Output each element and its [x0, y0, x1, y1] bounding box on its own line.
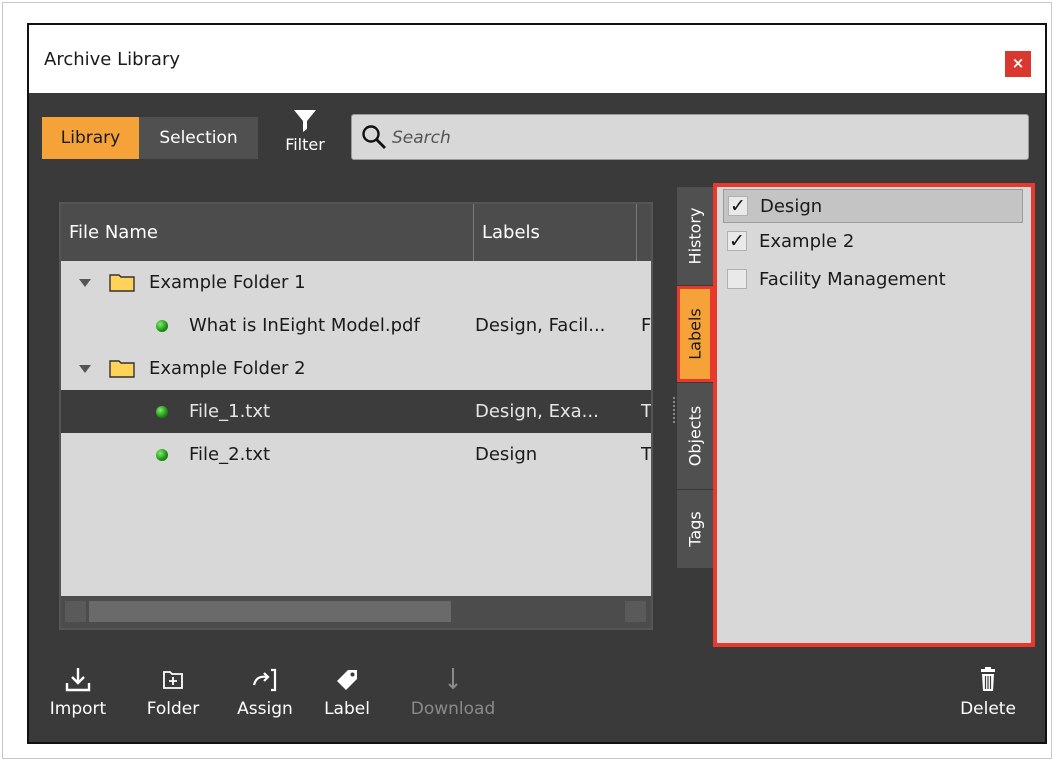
- row-labels: Design, Facil...: [475, 315, 606, 336]
- library-toggle[interactable]: Library: [42, 117, 139, 159]
- import-icon: [65, 668, 91, 692]
- label-item-design[interactable]: ✓ Design: [723, 189, 1023, 223]
- delete-button[interactable]: Delete: [953, 665, 1023, 719]
- trash-icon: [981, 667, 995, 691]
- table-row[interactable]: What is InEight Model.pdf Design, Facil.…: [61, 304, 651, 347]
- scroll-right-button[interactable]: [625, 601, 646, 622]
- label-label: Label: [324, 699, 370, 719]
- labels-panel: ✓ Design ✓ Example 2 Facility Management: [713, 183, 1035, 647]
- expand-caret-icon[interactable]: [79, 365, 91, 373]
- label-checkbox[interactable]: ✓: [728, 196, 748, 216]
- download-button[interactable]: Download: [401, 665, 505, 719]
- title-bar: Archive Library ×: [29, 25, 1045, 93]
- table-row[interactable]: Example Folder 2: [61, 347, 651, 390]
- folder-icon: [109, 360, 135, 378]
- row-labels: Design: [475, 444, 538, 465]
- table-row[interactable]: Example Folder 1: [61, 261, 651, 304]
- filter-icon: [294, 110, 316, 132]
- filter-button[interactable]: Filter: [277, 107, 333, 154]
- tab-objects[interactable]: Objects: [677, 383, 713, 489]
- download-icon: [448, 668, 458, 690]
- row-type: T: [641, 444, 652, 465]
- tab-labels[interactable]: Labels: [677, 286, 713, 382]
- folder-label: Folder: [146, 699, 200, 719]
- selection-toggle[interactable]: Selection: [139, 117, 258, 159]
- new-folder-button[interactable]: Folder: [136, 665, 210, 719]
- row-file-name: Example Folder 1: [149, 272, 306, 293]
- status-dot-icon: [156, 320, 168, 332]
- assign-label: Assign: [237, 699, 293, 719]
- assign-button[interactable]: Assign: [228, 665, 302, 719]
- close-icon: ×: [1011, 54, 1025, 72]
- row-type: F: [641, 315, 652, 336]
- close-button[interactable]: ×: [1005, 51, 1031, 77]
- column-header-file-name[interactable]: File Name: [61, 204, 474, 261]
- label-name: Example 2: [759, 231, 855, 252]
- row-file-name: Example Folder 2: [149, 358, 306, 379]
- delete-label: Delete: [960, 699, 1016, 719]
- search-icon: [362, 125, 386, 149]
- tab-tags-label: Tags: [685, 511, 705, 547]
- column-header-labels[interactable]: Labels: [474, 204, 637, 261]
- scrollbar-thumb[interactable]: [89, 601, 451, 622]
- folder-icon: [109, 274, 135, 292]
- archive-library-window: Archive Library × Library Selection Filt…: [27, 23, 1047, 744]
- table-row-selected[interactable]: File_1.txt Design, Exa... T: [61, 390, 651, 433]
- label-tag-icon: [337, 670, 357, 690]
- status-dot-icon: [156, 449, 168, 461]
- table-row[interactable]: File_2.txt Design T: [61, 433, 651, 476]
- label-checkbox[interactable]: [727, 269, 747, 289]
- import-button[interactable]: Import: [43, 665, 113, 719]
- import-label: Import: [49, 699, 107, 719]
- label-name: Design: [760, 196, 823, 217]
- label-button[interactable]: Label: [319, 665, 375, 719]
- label-name: Facility Management: [759, 269, 946, 290]
- row-file-name: What is InEight Model.pdf: [189, 315, 420, 336]
- new-folder-icon: [163, 671, 183, 689]
- label-item-facility-management[interactable]: Facility Management: [723, 263, 1023, 297]
- search-input[interactable]: [390, 119, 1014, 157]
- row-file-name: File_1.txt: [189, 401, 271, 422]
- row-type: T: [641, 401, 652, 422]
- tab-labels-label: Labels: [685, 308, 705, 360]
- filter-label: Filter: [285, 135, 325, 154]
- assign-icon: [252, 668, 277, 692]
- window-title: Archive Library: [44, 49, 181, 70]
- expand-caret-icon[interactable]: [79, 279, 91, 287]
- label-item-example-2[interactable]: ✓ Example 2: [723, 225, 1023, 259]
- status-dot-icon: [156, 406, 168, 418]
- file-table: File Name Labels Example Folder 1 What i…: [59, 202, 653, 630]
- tab-tags[interactable]: Tags: [677, 490, 713, 568]
- table-header: File Name Labels: [61, 204, 651, 261]
- row-file-name: File_2.txt: [189, 444, 271, 465]
- label-checkbox[interactable]: ✓: [727, 231, 747, 251]
- column-header-type[interactable]: [637, 204, 651, 261]
- row-labels: Design, Exa...: [475, 401, 599, 422]
- tab-history[interactable]: History: [677, 187, 713, 285]
- horizontal-scrollbar[interactable]: [61, 596, 651, 628]
- download-label: Download: [410, 699, 496, 719]
- tab-history-label: History: [685, 207, 705, 265]
- search-box[interactable]: [351, 114, 1029, 160]
- scroll-left-button[interactable]: [65, 601, 86, 622]
- tab-objects-label: Objects: [685, 405, 705, 467]
